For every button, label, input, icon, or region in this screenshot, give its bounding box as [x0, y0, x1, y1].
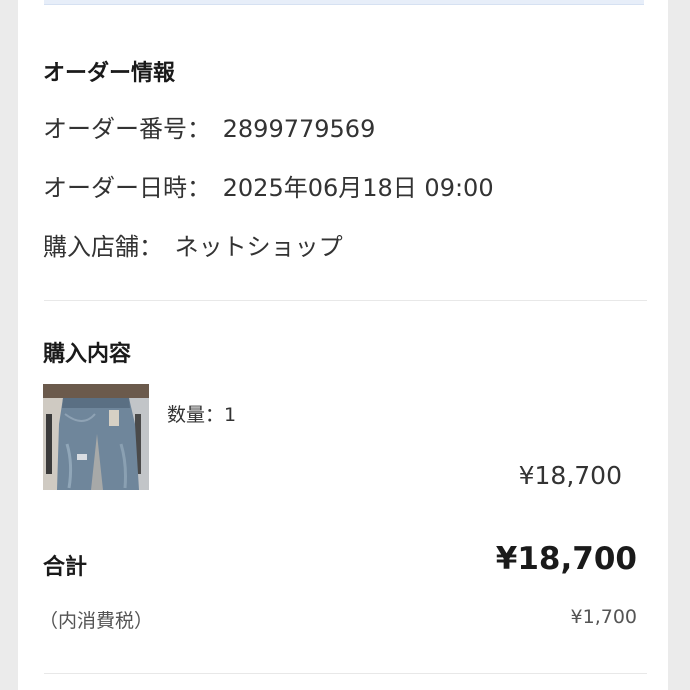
order-info-title: オーダー情報	[43, 61, 176, 86]
store-label: 購入店舗：	[43, 233, 163, 261]
total-price: ¥18,700	[495, 541, 637, 577]
order-datetime-value: 2025年06月18日 09:00	[222, 174, 494, 202]
store-row: 購入店舗： ネットショップ	[43, 227, 343, 262]
purchase-title: 購入内容	[43, 342, 132, 367]
tax-value: ¥1,700	[570, 606, 637, 628]
order-number-row: オーダー番号： 2899779569	[43, 109, 375, 144]
order-detail-card: オーダー情報 オーダー番号： 2899779569 オーダー日時： 2025年0…	[18, 0, 668, 690]
store-value: ネットショップ	[174, 233, 343, 261]
order-datetime-row: オーダー日時： 2025年06月18日 09:00	[43, 168, 494, 203]
section-divider	[44, 300, 647, 301]
order-number-label: オーダー番号：	[43, 115, 211, 143]
jeans-product-photo	[43, 384, 149, 490]
top-banner	[44, 0, 644, 5]
order-number-value: 2899779569	[222, 115, 376, 143]
item-quantity: 数量：1	[167, 404, 237, 426]
order-datetime-label: オーダー日時：	[43, 174, 211, 202]
tax-label: （内消費税）	[39, 610, 154, 632]
product-thumbnail[interactable]	[43, 384, 149, 490]
bottom-divider	[44, 673, 647, 674]
total-label: 合計	[43, 555, 88, 580]
item-price: ¥18,700	[518, 461, 622, 490]
